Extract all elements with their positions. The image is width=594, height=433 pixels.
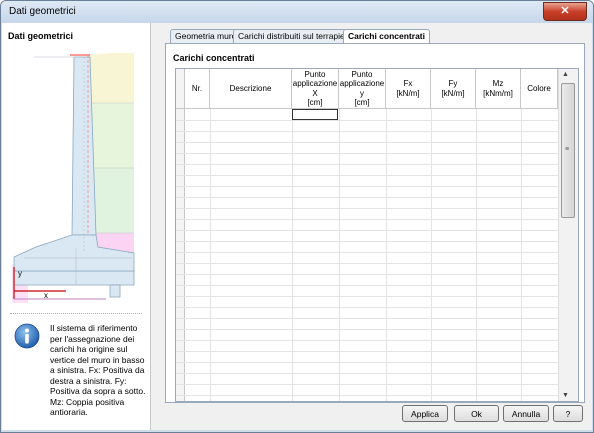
info-text: Il sistema di riferimento per l'assegnaz… — [50, 323, 146, 417]
axis-x-label: x — [44, 291, 48, 300]
panel-divider — [10, 313, 142, 314]
scroll-down-arrow-icon[interactable]: ▼ — [562, 392, 569, 399]
table-row[interactable] — [176, 153, 558, 154]
column-header-fx[interactable]: Fx [kN/m] — [386, 69, 431, 109]
table-row[interactable] — [176, 318, 558, 319]
table-row[interactable] — [176, 208, 558, 209]
column-divider — [521, 109, 522, 401]
table-row[interactable] — [176, 296, 558, 297]
table-row[interactable] — [176, 142, 558, 143]
table-row[interactable] — [176, 252, 558, 253]
table-row[interactable] — [176, 120, 558, 121]
table-row[interactable] — [176, 175, 558, 176]
column-header-punto-x[interactable]: Punto applicazione X [cm] — [292, 69, 339, 109]
column-header-fy[interactable]: Fy [kN/m] — [431, 69, 476, 109]
table-row[interactable] — [176, 274, 558, 275]
axis-y-label: y — [18, 269, 22, 278]
column-header-descrizione[interactable]: Descrizione — [210, 69, 292, 109]
close-button[interactable]: ✕ — [543, 2, 587, 21]
column-divider — [210, 109, 211, 401]
scrollbar-thumb[interactable]: ≡ — [561, 83, 575, 218]
cancel-button[interactable]: Annulla — [503, 405, 549, 422]
table-row[interactable] — [176, 186, 558, 187]
scroll-grip-icon: ≡ — [565, 146, 570, 153]
column-header-mz[interactable]: Mz [kNm/m] — [476, 69, 521, 109]
loads-table[interactable]: Nr. Descrizione Punto applicazione X [cm] P… — [175, 68, 579, 402]
table-row[interactable] — [176, 285, 558, 286]
vertical-scrollbar[interactable]: ▲ ≡ ▼ — [558, 69, 578, 401]
table-row[interactable] — [176, 131, 558, 132]
table-row[interactable] — [176, 307, 558, 308]
table-row[interactable] — [176, 219, 558, 220]
tab-panel: Carichi concentrati Nr. Descrizione Punt… — [165, 43, 585, 403]
table-row[interactable] — [176, 395, 558, 396]
table-row[interactable] — [176, 384, 558, 385]
tab-geometria-muro[interactable]: Geometria muro — [170, 29, 242, 43]
dialog-window: Dati geometrici ✕ Dati geometrici y x Il… — [0, 0, 594, 433]
table-row[interactable] — [176, 362, 558, 363]
wall-drawing: y x — [12, 53, 135, 303]
column-header-punto-y[interactable]: Punto applicazione y [cm] — [339, 69, 386, 109]
column-header-nr[interactable]: Nr. — [185, 69, 210, 109]
group-title: Carichi concentrati — [173, 53, 255, 63]
table-row[interactable] — [176, 351, 558, 352]
dialog-client: Dati geometrici y x Il sistema di riferi… — [2, 23, 592, 430]
title-bar: Dati geometrici ✕ — [1, 1, 593, 23]
table-corner-header — [176, 69, 185, 109]
column-divider — [339, 109, 340, 401]
table-row[interactable] — [176, 241, 558, 242]
table-row[interactable] — [176, 230, 558, 231]
left-panel: Dati geometrici y x Il sistema di riferi… — [2, 23, 151, 430]
left-panel-title: Dati geometrici — [8, 31, 74, 41]
table-row[interactable] — [176, 373, 558, 374]
column-divider — [292, 109, 293, 401]
column-divider — [386, 109, 387, 401]
active-cell-editor[interactable] — [292, 109, 338, 120]
window-title: Dati geometrici — [9, 6, 76, 17]
column-divider — [431, 109, 432, 401]
ok-button[interactable]: Ok — [454, 405, 499, 422]
tab-carichi-distribuiti[interactable]: Carichi distribuiti sul terrapieno — [233, 29, 360, 43]
column-divider — [476, 109, 477, 401]
table-row[interactable] — [176, 164, 558, 165]
info-icon — [14, 323, 40, 349]
help-button[interactable]: ? — [553, 405, 583, 422]
table-row[interactable] — [176, 340, 558, 341]
column-header-colore[interactable]: Colore — [521, 69, 558, 109]
table-row[interactable] — [176, 329, 558, 330]
apply-button[interactable]: Applica — [402, 405, 448, 422]
scroll-up-arrow-icon[interactable]: ▲ — [562, 71, 569, 78]
tab-carichi-concentrati[interactable]: Carichi concentrati — [343, 29, 430, 44]
table-row[interactable] — [176, 197, 558, 198]
table-row[interactable] — [176, 263, 558, 264]
